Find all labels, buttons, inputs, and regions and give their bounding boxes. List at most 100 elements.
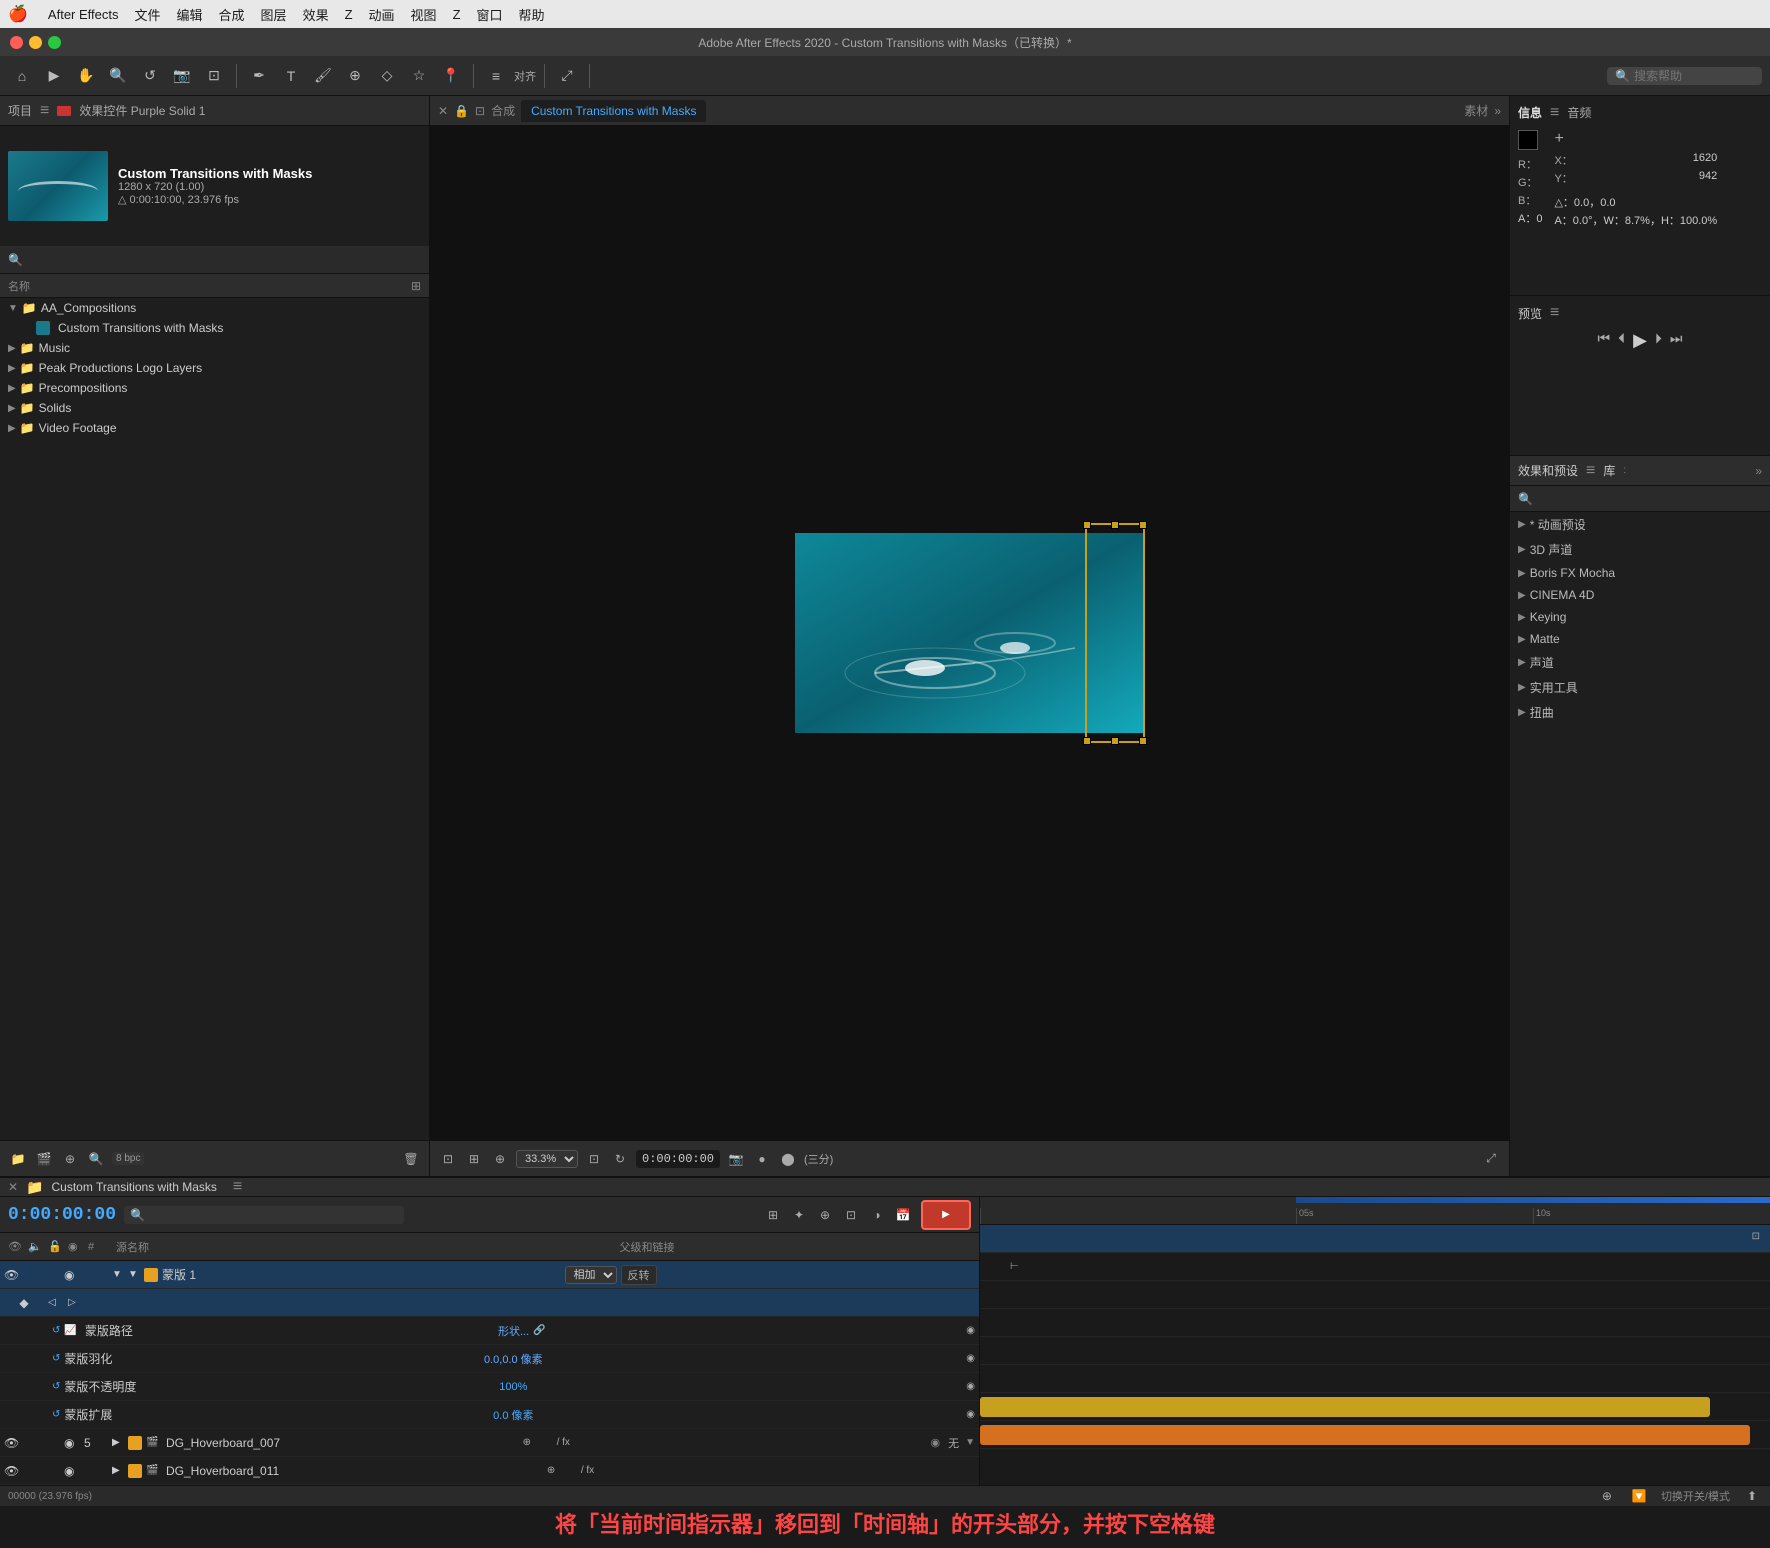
effects-search[interactable]: 🔍 bbox=[1510, 486, 1770, 512]
vis-eye3[interactable]: 👁 bbox=[4, 1464, 20, 1478]
zoom-icon[interactable]: 🔍 bbox=[104, 62, 132, 90]
folder-aa-compositions[interactable]: ▼ 📁 AA_Compositions bbox=[0, 298, 429, 318]
search-small-icon[interactable]: 🔍 bbox=[86, 1149, 106, 1169]
overlay-icon[interactable]: ⊕ bbox=[490, 1149, 510, 1169]
playhead-button[interactable]: ▶ bbox=[921, 1200, 971, 1230]
expand-chevron3[interactable]: ▶ bbox=[112, 1437, 124, 1448]
handle-br[interactable] bbox=[1139, 737, 1147, 745]
selection-box[interactable] bbox=[1085, 523, 1145, 743]
parent-expand[interactable]: ▼ bbox=[965, 1437, 975, 1448]
toggle-icon[interactable]: ⊞ bbox=[464, 1149, 484, 1169]
preview-mode-icon[interactable]: ⊡ bbox=[438, 1149, 458, 1169]
current-timecode[interactable]: 0:00:00:00 bbox=[8, 1205, 116, 1225]
effect-matte[interactable]: ▶ Matte bbox=[1510, 628, 1770, 650]
tl-tool5[interactable]: ◑ bbox=[867, 1205, 887, 1225]
handle-bl[interactable] bbox=[1083, 737, 1091, 745]
parent-icon[interactable]: ◉ bbox=[931, 1436, 941, 1449]
handle-bm[interactable] bbox=[1111, 737, 1119, 745]
expand-icon2[interactable]: » bbox=[1494, 104, 1501, 118]
color-dot-icon[interactable]: ⬤ bbox=[778, 1149, 798, 1169]
kf-left-btn[interactable]: ◁ bbox=[48, 1297, 64, 1308]
apple-menu[interactable]: 🍎 bbox=[8, 4, 28, 24]
folder-solids[interactable]: ▶ 📁 Solids bbox=[0, 398, 429, 418]
effect-keying[interactable]: ▶ Keying bbox=[1510, 606, 1770, 628]
menu-z1[interactable]: Z bbox=[345, 7, 353, 22]
effect-channel[interactable]: ▶ 声道 bbox=[1510, 650, 1770, 675]
menu-file[interactable]: 文件 bbox=[135, 5, 161, 24]
vis-eye2[interactable]: 👁 bbox=[4, 1436, 20, 1450]
handle-tm[interactable] bbox=[1111, 521, 1119, 529]
expand-effects-icon[interactable]: » bbox=[1755, 464, 1762, 478]
effect-utility[interactable]: ▶ 实用工具 bbox=[1510, 675, 1770, 700]
menu-edit[interactable]: 编辑 bbox=[177, 5, 203, 24]
menu-comp[interactable]: 合成 bbox=[219, 5, 245, 24]
folder-music[interactable]: ▶ 📁 Music bbox=[0, 338, 429, 358]
effect-distort[interactable]: ▶ 扭曲 bbox=[1510, 700, 1770, 725]
layer-dg007[interactable]: 👁 ◉ 5 ▶ 🎬 DG_Hoverboard_007 ⊕ / fx ◉ 无 ▼ bbox=[0, 1429, 979, 1457]
layer-mode-select[interactable]: 相加 bbox=[565, 1266, 617, 1284]
hand-icon[interactable]: ✋ bbox=[72, 62, 100, 90]
rotate-icon[interactable]: ↺ bbox=[136, 62, 164, 90]
timeline-search-input[interactable] bbox=[149, 1208, 349, 1222]
pin-icon[interactable]: 📍 bbox=[437, 62, 465, 90]
skip-back-button[interactable]: ⏮ bbox=[1597, 330, 1610, 351]
tab-audio[interactable]: 音频 bbox=[1567, 104, 1591, 122]
align-icon[interactable]: ≡ bbox=[482, 62, 510, 90]
tl-tool4[interactable]: ⊡ bbox=[841, 1205, 861, 1225]
shape-icon[interactable]: ◇ bbox=[373, 62, 401, 90]
menu-preview-icon[interactable]: ≡ bbox=[1550, 304, 1559, 322]
folder-peak[interactable]: ▶ 📁 Peak Productions Logo Layers bbox=[0, 358, 429, 378]
tl-tool2[interactable]: ✦ bbox=[789, 1205, 809, 1225]
zoom-select[interactable]: 33.3% bbox=[516, 1150, 578, 1168]
effect-anim-preset[interactable]: ▶ * 动画预设 bbox=[1510, 512, 1770, 537]
kf-play-btn[interactable]: ▷ bbox=[68, 1297, 84, 1308]
search-input[interactable] bbox=[1634, 69, 1754, 83]
text-icon[interactable]: T bbox=[277, 62, 305, 90]
tl-tool6[interactable]: 📅 bbox=[893, 1205, 913, 1225]
tl-tool1[interactable]: ⊞ bbox=[763, 1205, 783, 1225]
minimize-button[interactable] bbox=[29, 36, 42, 49]
menu-anim[interactable]: 动画 bbox=[369, 5, 395, 24]
step-fwd-button[interactable]: ⏵ bbox=[1655, 330, 1662, 351]
menu-view[interactable]: 视图 bbox=[411, 5, 437, 24]
comp-tab[interactable]: Custom Transitions with Masks bbox=[521, 100, 706, 122]
home-icon[interactable]: ⌂ bbox=[8, 62, 36, 90]
layer-dg011[interactable]: 👁 ◉ ▶ 🎬 DG_Hoverboard_011 ⊕ / fx bbox=[0, 1457, 979, 1485]
tl-bottom-icon3[interactable]: ⬆ bbox=[1742, 1486, 1762, 1506]
fit-icon[interactable]: ⊡ bbox=[584, 1149, 604, 1169]
reverse-button[interactable]: 反转 bbox=[621, 1265, 657, 1285]
menu-ae[interactable]: After Effects bbox=[48, 7, 119, 22]
expand-comp-icon[interactable]: ⤢ bbox=[1481, 1149, 1501, 1169]
pen-icon[interactable]: ✒ bbox=[245, 62, 273, 90]
effects-search-input[interactable] bbox=[1537, 492, 1762, 506]
handle-tl[interactable] bbox=[1083, 521, 1091, 529]
clip-dg007[interactable] bbox=[980, 1397, 1710, 1417]
new-item-icon[interactable]: ⊕ bbox=[60, 1149, 80, 1169]
mask-opacity-value[interactable]: 100% bbox=[499, 1381, 527, 1393]
menu-help[interactable]: 帮助 bbox=[519, 5, 545, 24]
search-bar[interactable]: 🔍 bbox=[1607, 67, 1762, 85]
project-search[interactable]: 🔍 bbox=[0, 246, 429, 274]
camera-icon[interactable]: 📷 bbox=[726, 1149, 746, 1169]
close-button[interactable] bbox=[10, 36, 23, 49]
hamburger-icon[interactable]: ≡ bbox=[40, 102, 49, 120]
menu-info-icon[interactable]: ≡ bbox=[1550, 104, 1559, 122]
tl-bottom-icon2[interactable]: 🔽 bbox=[1629, 1486, 1649, 1506]
expand-icon[interactable]: ⤢ bbox=[553, 62, 581, 90]
maximize-button[interactable] bbox=[48, 36, 61, 49]
cam-icon[interactable]: 📷 bbox=[168, 62, 196, 90]
menu-effects-icon[interactable]: ≡ bbox=[1586, 462, 1595, 480]
mask-expand-value[interactable]: 0.0 像素 bbox=[493, 1407, 533, 1423]
menu-z2[interactable]: Z bbox=[453, 7, 461, 22]
menu-layer[interactable]: 图层 bbox=[261, 5, 287, 24]
delete-icon[interactable]: 🗑 bbox=[401, 1149, 421, 1169]
close-timeline-icon[interactable]: ✕ bbox=[8, 1180, 18, 1194]
effect-cinema4d[interactable]: ▶ CINEMA 4D bbox=[1510, 584, 1770, 606]
vis-eye-icon[interactable]: 👁 bbox=[4, 1268, 20, 1282]
mask-path-value[interactable]: 形状... bbox=[498, 1323, 529, 1339]
step-back-button[interactable]: ⏴ bbox=[1618, 330, 1625, 351]
select2-icon[interactable]: ⊡ bbox=[200, 62, 228, 90]
menu-timeline-icon[interactable]: ≡ bbox=[233, 1178, 242, 1196]
loop-icon[interactable]: ↻ bbox=[610, 1149, 630, 1169]
tl-bottom-icon1[interactable]: ⊕ bbox=[1597, 1486, 1617, 1506]
